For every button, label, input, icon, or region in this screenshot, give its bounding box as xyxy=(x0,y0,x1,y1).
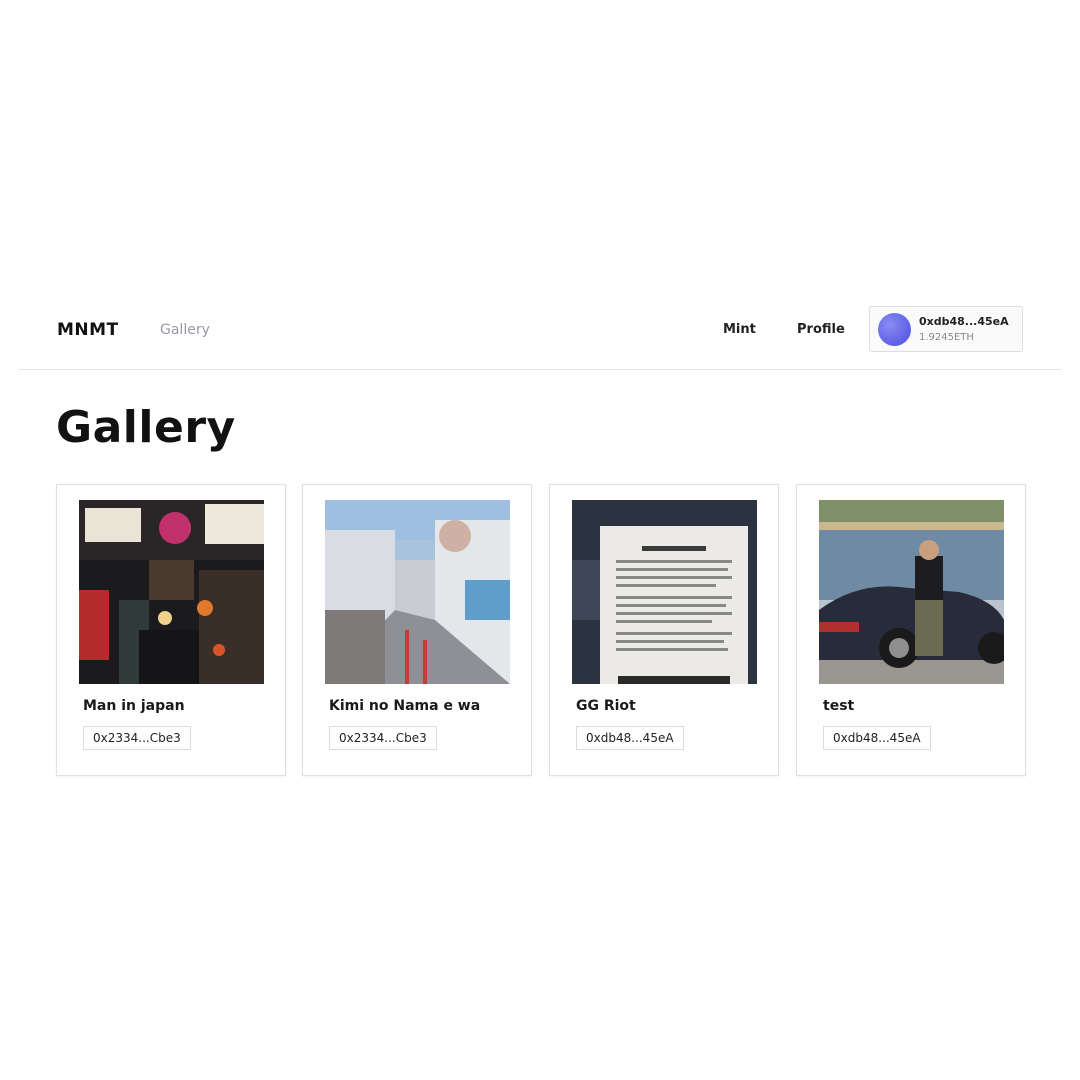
top-nav: MNMT Gallery Mint Profile 0xdb48...45eA … xyxy=(19,306,1061,370)
nft-card[interactable]: Man in japan 0x2334...Cbe3 xyxy=(56,484,286,776)
gallery-grid: Man in japan 0x2334...Cbe3 Kimi no Nama … xyxy=(56,484,1028,778)
owner-address-badge[interactable]: 0xdb48...45eA xyxy=(576,726,684,750)
wallet-button[interactable]: 0xdb48...45eA 1.9245ETH xyxy=(869,306,1023,352)
nft-title: Kimi no Nama e wa xyxy=(329,698,481,714)
wallet-address: 0xdb48...45eA xyxy=(919,315,1009,328)
brand-logo[interactable]: MNMT xyxy=(57,320,119,340)
nav-link-mint[interactable]: Mint xyxy=(723,322,756,337)
owner-address-badge[interactable]: 0x2334...Cbe3 xyxy=(83,726,191,750)
nft-card[interactable]: GG Riot 0xdb48...45eA xyxy=(549,484,779,776)
nft-title: Man in japan xyxy=(83,698,185,714)
wallet-balance: 1.9245ETH xyxy=(919,332,974,343)
owner-address-badge[interactable]: 0x2334...Cbe3 xyxy=(329,726,437,750)
page-title: Gallery xyxy=(56,402,236,453)
nft-image-city-stairs xyxy=(325,500,510,684)
nft-card[interactable]: Kimi no Nama e wa 0x2334...Cbe3 xyxy=(302,484,532,776)
nft-image-night-alley xyxy=(79,500,264,684)
nav-link-gallery[interactable]: Gallery xyxy=(160,322,210,338)
nft-image-account-locked xyxy=(572,500,757,684)
owner-address-badge[interactable]: 0xdb48...45eA xyxy=(823,726,931,750)
page: MNMT Gallery Mint Profile 0xdb48...45eA … xyxy=(0,0,1080,1080)
nft-title: GG Riot xyxy=(576,698,636,714)
nft-image-man-with-car xyxy=(819,500,1004,684)
nft-title: test xyxy=(823,698,855,714)
wallet-avatar xyxy=(878,313,911,346)
nft-card[interactable]: test 0xdb48...45eA xyxy=(796,484,1026,776)
nav-link-profile[interactable]: Profile xyxy=(797,322,845,337)
